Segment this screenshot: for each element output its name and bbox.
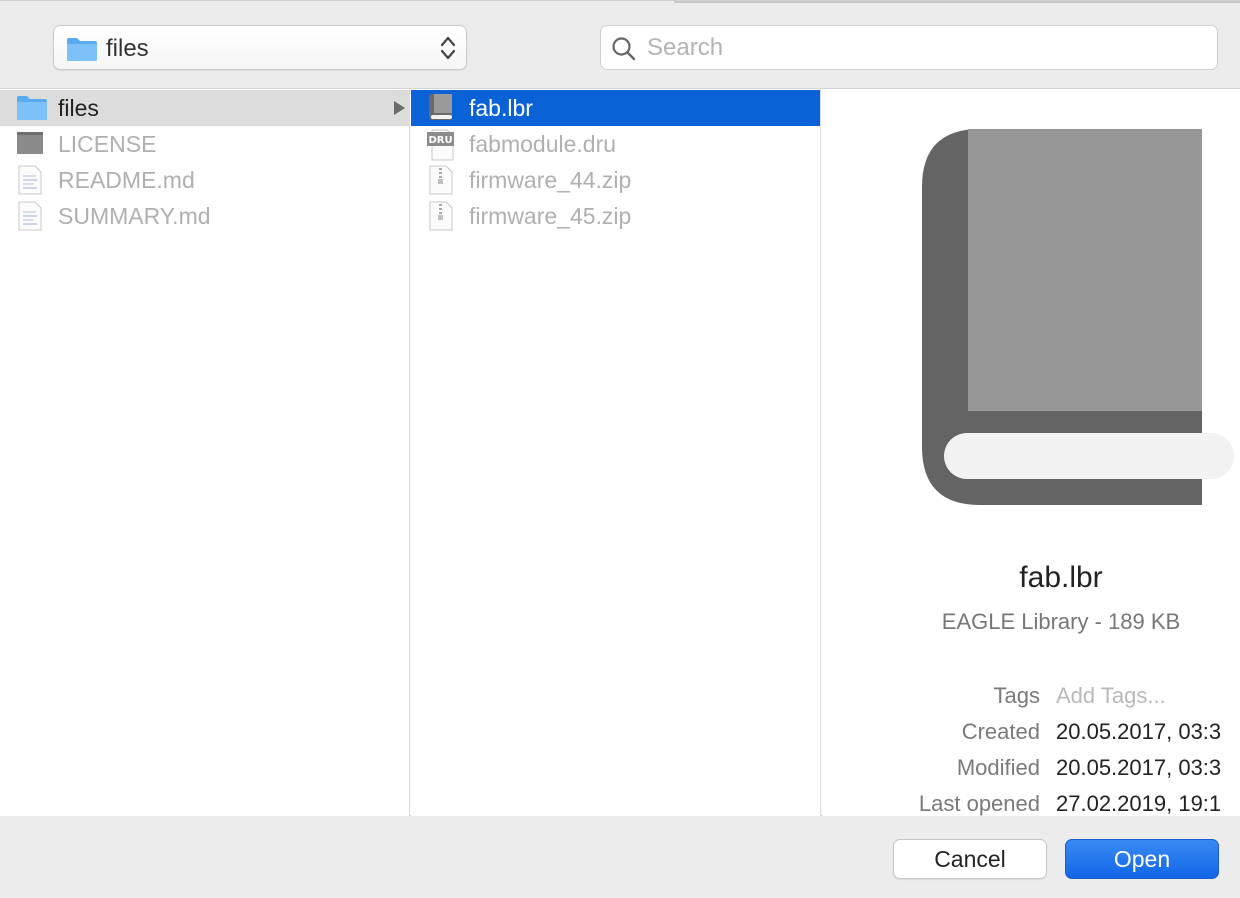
list-item-label: README.md xyxy=(58,167,195,193)
list-item-summary: SUMMARY.md xyxy=(0,198,410,234)
eagle-library-large-icon xyxy=(920,127,1240,512)
list-item-readme: README.md xyxy=(0,162,410,198)
preview-pane: fab.lbr EAGLE Library - 189 KB Tags Add … xyxy=(822,89,1240,817)
window-divider xyxy=(674,1,1240,3)
meta-key: Last opened xyxy=(918,791,1040,816)
meta-row-created: Created 20.05.2017, 03:3 xyxy=(822,719,1240,751)
list-item-fabmodule-dru: DRU fabmodule.dru xyxy=(411,126,820,162)
list-item-fab-lbr[interactable]: fab.lbr xyxy=(411,90,820,126)
dialog-footer: Cancel Open xyxy=(0,816,1240,898)
list-item-license: LICENSE xyxy=(0,126,410,162)
list-item-label: firmware_45.zip xyxy=(469,203,632,229)
text-document-icon xyxy=(16,165,44,200)
open-button[interactable]: Open xyxy=(1065,839,1219,879)
dru-document-icon: DRU xyxy=(427,129,457,166)
zip-archive-icon xyxy=(427,165,455,200)
meta-key: Created xyxy=(961,719,1040,744)
text-document-icon xyxy=(16,201,44,236)
search-field[interactable] xyxy=(600,25,1218,70)
location-label: files xyxy=(106,35,149,62)
search-icon xyxy=(611,36,637,67)
list-item-firmware-44: firmware_44.zip xyxy=(411,162,820,198)
folder-icon xyxy=(66,36,98,67)
location-popup-button[interactable]: files xyxy=(53,25,467,70)
browser-column-1[interactable]: files LICENSE README.md SUMMARY.md xyxy=(0,89,410,817)
disclosure-arrow-icon xyxy=(392,100,406,121)
list-item-label: fabmodule.dru xyxy=(469,131,617,157)
dru-badge-text: DRU xyxy=(428,135,452,146)
preview-file-name: fab.lbr xyxy=(1019,561,1103,594)
column-browser: files LICENSE README.md SUMMARY.md fab.l… xyxy=(0,88,1240,817)
browser-column-2[interactable]: fab.lbr DRU fabmodule.dru firmware_44.zi… xyxy=(411,89,821,817)
meta-key: Tags xyxy=(993,683,1040,708)
cancel-button[interactable]: Cancel xyxy=(893,839,1047,879)
zip-archive-icon xyxy=(427,201,455,236)
list-item-label: SUMMARY.md xyxy=(58,203,211,229)
meta-value: 20.05.2017, 03:3 xyxy=(1056,719,1222,744)
eagle-library-icon xyxy=(427,93,455,128)
search-input[interactable] xyxy=(647,32,1207,64)
toolbar: files xyxy=(0,0,1240,88)
meta-value: 20.05.2017, 03:3 xyxy=(1056,755,1222,780)
list-item-firmware-45: firmware_45.zip xyxy=(411,198,820,234)
meta-row-tags: Tags Add Tags... xyxy=(822,683,1240,715)
list-item-label: firmware_44.zip xyxy=(469,167,632,193)
add-tags-field[interactable]: Add Tags... xyxy=(1056,683,1166,709)
list-item-label: fab.lbr xyxy=(469,95,533,121)
up-down-chevron-icon xyxy=(440,34,456,67)
preview-kind-size: EAGLE Library - 189 KB xyxy=(941,609,1181,634)
meta-row-last-opened: Last opened 27.02.2019, 19:1 xyxy=(822,791,1240,817)
list-item-label: LICENSE xyxy=(58,131,157,157)
meta-value: 27.02.2019, 19:1 xyxy=(1056,791,1222,816)
folder-icon xyxy=(16,93,48,126)
meta-key: Modified xyxy=(956,755,1040,780)
meta-row-modified: Modified 20.05.2017, 03:3 xyxy=(822,755,1240,787)
list-item-label: files xyxy=(58,95,99,121)
generic-document-icon xyxy=(16,129,44,162)
list-item-files-folder[interactable]: files xyxy=(0,90,410,126)
